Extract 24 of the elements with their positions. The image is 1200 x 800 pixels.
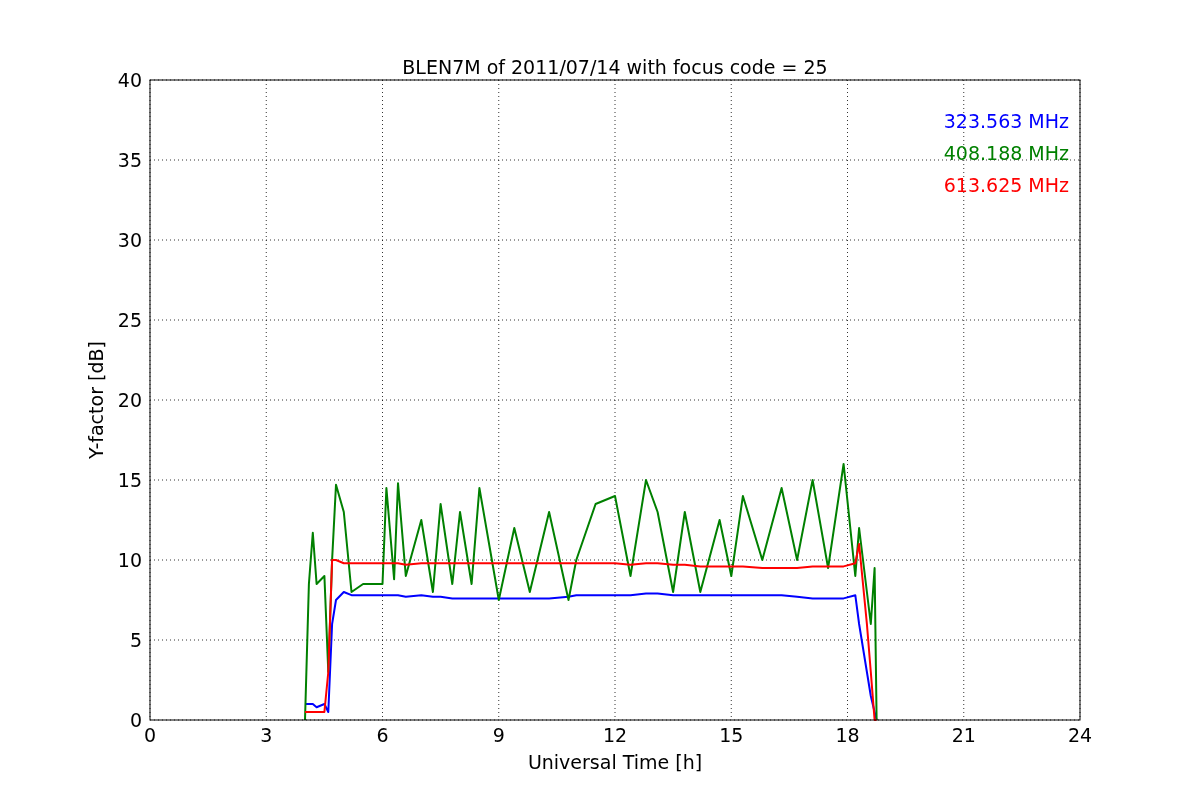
y-tick-label: 0	[129, 709, 142, 731]
legend-label: 323.563 MHz	[943, 110, 1069, 132]
x-tick-label: 6	[376, 724, 389, 746]
x-tick-label: 9	[492, 724, 505, 746]
x-tick-label: 24	[1067, 724, 1093, 746]
y-tick-label: 30	[117, 229, 142, 251]
legend-label: 613.625 MHz	[943, 174, 1069, 196]
x-tick-label: 21	[951, 724, 976, 746]
y-tick-label: 35	[117, 149, 142, 171]
x-tick-label: 3	[260, 724, 273, 746]
y-tick-label: 20	[117, 389, 142, 411]
legend-label: 408.188 MHz	[943, 142, 1069, 164]
x-axis-label: Universal Time [h]	[527, 751, 703, 773]
y-axis-label: Y-factor [dB]	[85, 341, 107, 459]
y-tick-label: 15	[117, 469, 142, 491]
x-tick-label: 18	[835, 724, 860, 746]
y-tick-label: 40	[117, 69, 142, 91]
y-tick-label: 5	[129, 629, 142, 651]
x-tick-label: 12	[602, 724, 628, 746]
x-tick-label: 0	[143, 724, 157, 746]
x-tick-label: 15	[719, 724, 744, 746]
y-tick-label: 10	[117, 549, 142, 571]
y-tick-label: 25	[117, 309, 142, 331]
chart-title: BLEN7M of 2011/07/14 with focus code = 25	[402, 56, 828, 78]
